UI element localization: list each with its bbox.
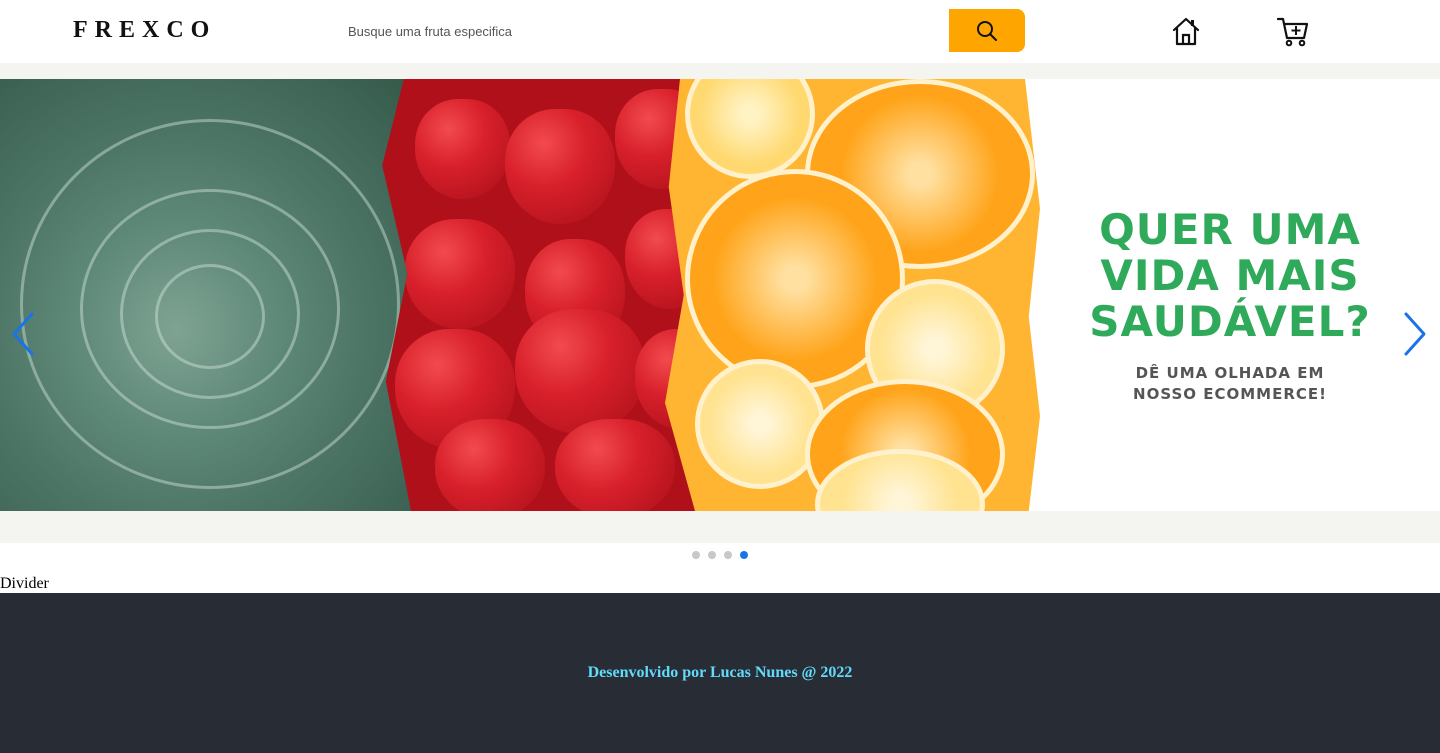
headline-line: QUER UMA bbox=[1099, 205, 1361, 254]
subline-line: NOSSO ECOMMERCE! bbox=[1133, 385, 1327, 403]
subline-line: DÊ UMA OLHADA EM bbox=[1135, 364, 1325, 382]
carousel-dot-active[interactable] bbox=[740, 551, 748, 559]
cart-plus-icon bbox=[1276, 17, 1309, 47]
search-input[interactable] bbox=[340, 14, 940, 48]
home-button[interactable] bbox=[1169, 13, 1203, 49]
search-icon bbox=[977, 20, 997, 41]
cart-button[interactable] bbox=[1276, 13, 1310, 49]
banner-subline: DÊ UMA OLHADA EM NOSSO ECOMMERCE! bbox=[1040, 363, 1420, 405]
carousel-dot[interactable] bbox=[724, 551, 732, 559]
site-header: FREXCO bbox=[0, 0, 1440, 63]
headline-line: VIDA MAIS bbox=[1100, 251, 1360, 300]
carousel-next-button[interactable] bbox=[1402, 310, 1430, 358]
logo[interactable]: FREXCO bbox=[73, 17, 216, 44]
headline-line: SAUDÁVEL? bbox=[1089, 297, 1371, 346]
search-button[interactable] bbox=[949, 9, 1025, 52]
footer-credit: Desenvolvido por Lucas Nunes @ 2022 bbox=[587, 664, 853, 681]
carousel-prev-button[interactable] bbox=[8, 310, 36, 358]
carousel-dot[interactable] bbox=[692, 551, 700, 559]
carousel-indicators bbox=[0, 551, 1440, 563]
divider-label: Divider bbox=[0, 575, 49, 592]
oranges-image bbox=[665, 79, 1040, 511]
banner-slide[interactable]: QUER UMA VIDA MAIS SAUDÁVEL? DÊ UMA OLHA… bbox=[0, 79, 1440, 511]
home-icon bbox=[1172, 17, 1200, 46]
site-footer: Desenvolvido por Lucas Nunes @ 2022 bbox=[0, 593, 1440, 753]
banner-headline: QUER UMA VIDA MAIS SAUDÁVEL? bbox=[1040, 207, 1420, 345]
carousel-dot[interactable] bbox=[708, 551, 716, 559]
cabbage-image bbox=[0, 79, 420, 511]
banner-caption: QUER UMA VIDA MAIS SAUDÁVEL? DÊ UMA OLHA… bbox=[1040, 207, 1420, 405]
banner-carousel: QUER UMA VIDA MAIS SAUDÁVEL? DÊ UMA OLHA… bbox=[0, 63, 1440, 543]
